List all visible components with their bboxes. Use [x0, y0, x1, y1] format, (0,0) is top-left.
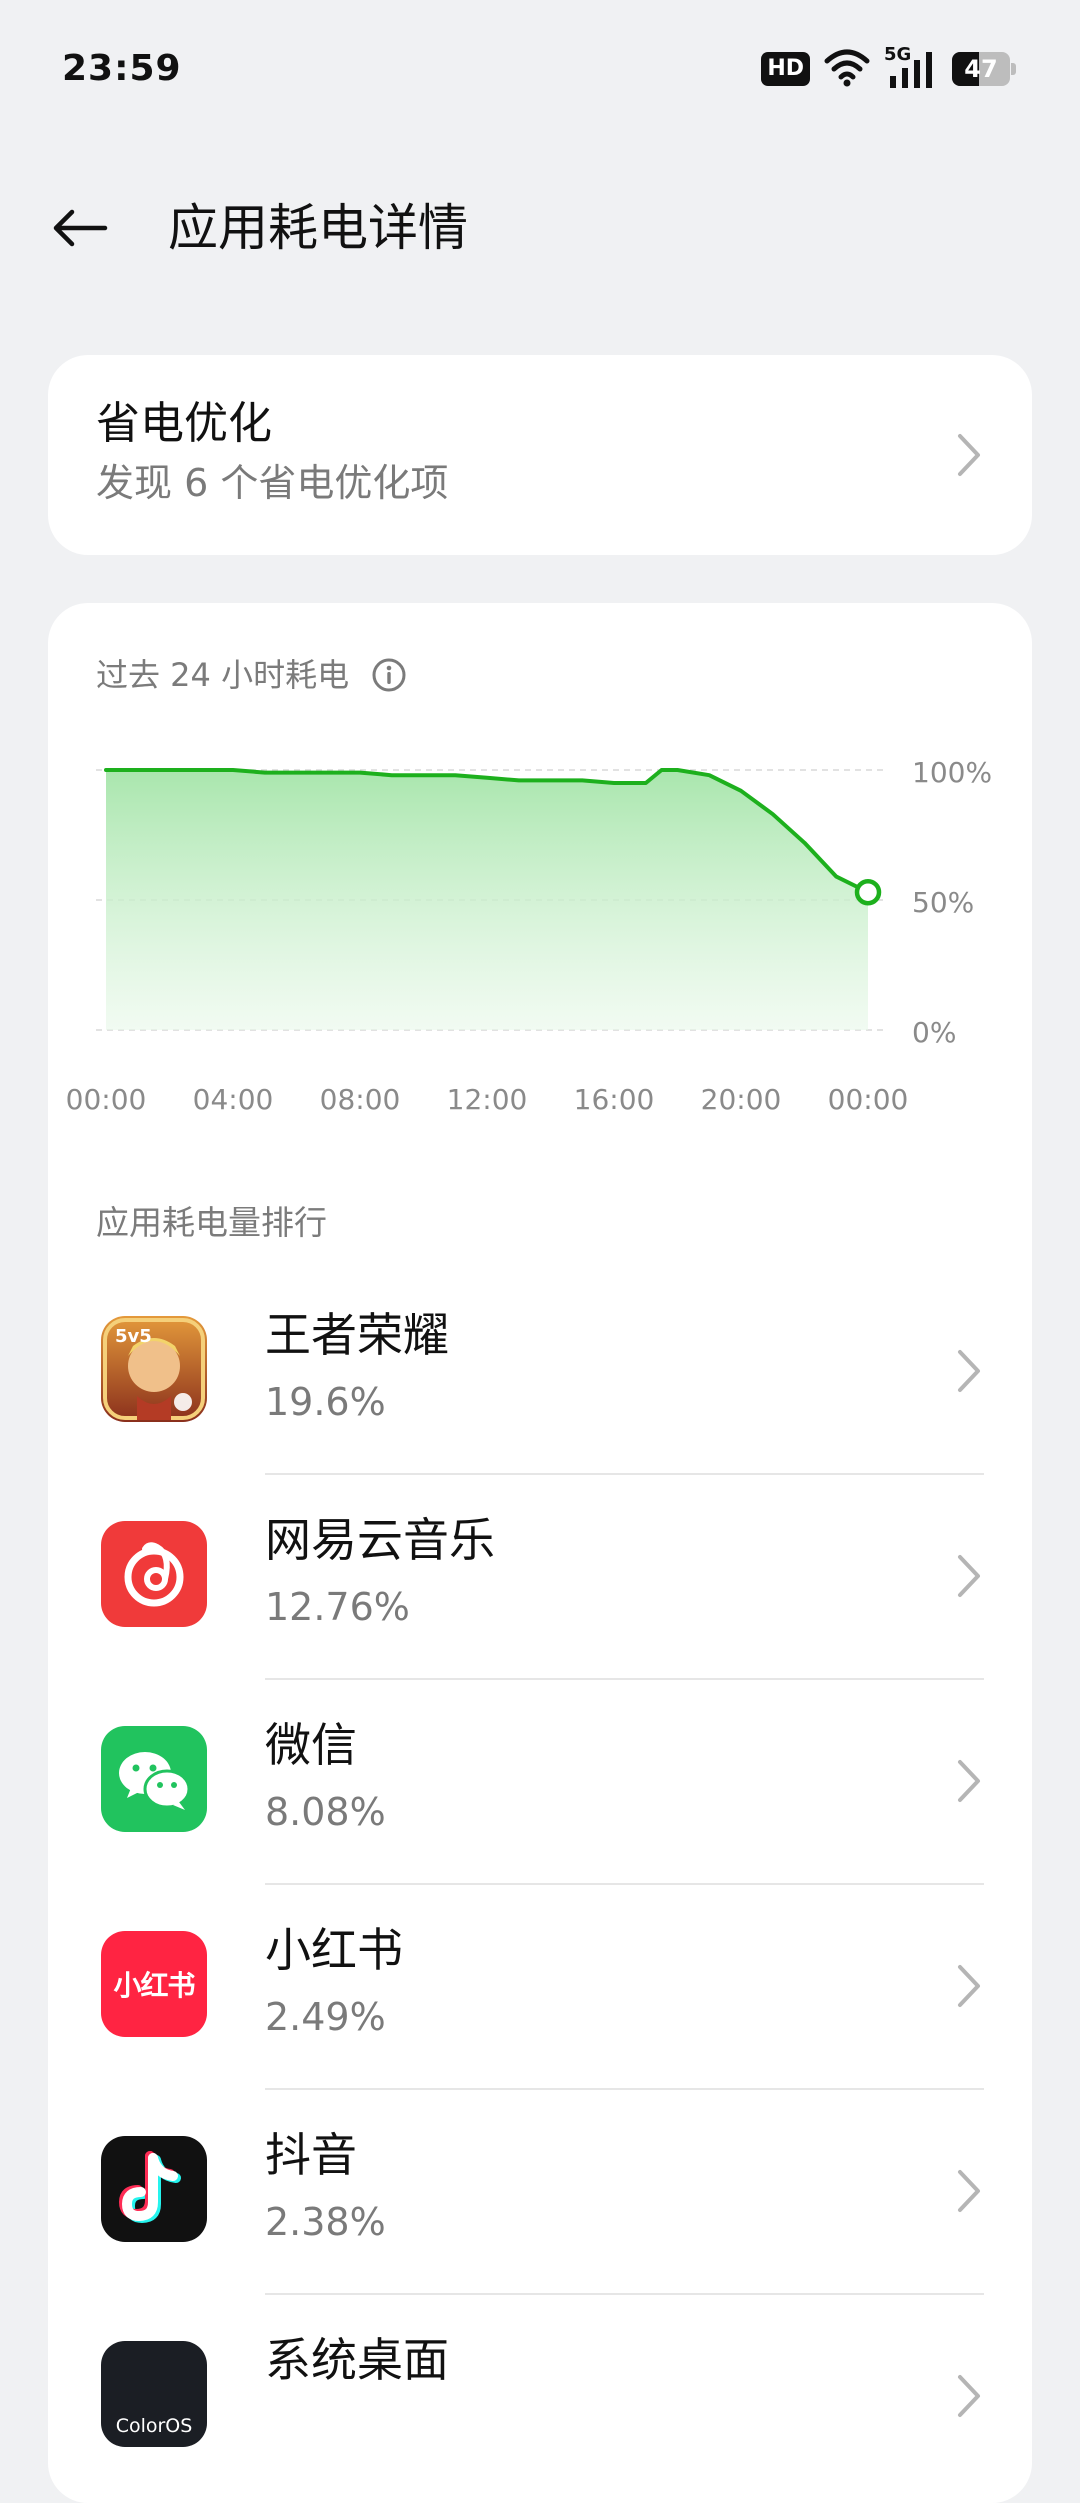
x-tick-label: 12:00 [447, 1083, 528, 1116]
x-tick-label: 16:00 [574, 1083, 655, 1116]
status-bar: 23:59 HD 5G 47 [0, 0, 1080, 140]
app-row[interactable]: ColorOS 系统桌面 [48, 2295, 1032, 2500]
series-area [106, 770, 868, 1030]
x-tick-label: 04:00 [193, 1083, 274, 1116]
icon-text: ColorOS [115, 2415, 193, 2437]
app-row[interactable]: 小红书 小红书 2.49% [48, 1885, 1032, 2090]
app-usage-percent: 2.49% [265, 1995, 386, 2039]
chevron-right-icon [958, 1965, 980, 2007]
app-row[interactable]: 5v5 王者荣耀 19.6% [48, 1270, 1032, 1475]
page-title: 应用耗电详情 [168, 199, 468, 257]
app-usage-percent: 12.76% [265, 1585, 410, 1629]
chevron-right-icon [958, 2170, 980, 2212]
battery-icon: 47 [952, 52, 1016, 86]
hd-icon: HD [761, 52, 810, 86]
ranking-title: 应用耗电量排行 [96, 1203, 327, 1242]
x-tick-label: 00:00 [828, 1083, 909, 1116]
y-tick-label: 50% [912, 886, 974, 919]
app-name: 网易云音乐 [265, 1513, 495, 1567]
battery-chart: 100% 50% 0% 00:00 04:00 08:00 12:00 16:00 20:00 0… [66, 756, 992, 1116]
5g-signal-icon: 5G [884, 44, 938, 90]
chevron-right-icon [958, 1350, 980, 1392]
app-usage-percent: 19.6% [265, 1380, 386, 1424]
y-tick-label: 0% [912, 1016, 956, 1049]
status-time: 23:59 [62, 48, 182, 89]
app-name: 系统桌面 [265, 2333, 449, 2387]
chart-section-title: 过去 24 小时耗电 [96, 653, 407, 697]
app-name: 小红书 [265, 1923, 403, 1977]
netease-music-icon [101, 1521, 207, 1627]
battery-level: 47 [964, 55, 998, 83]
app-name: 王者荣耀 [265, 1308, 449, 1362]
chevron-right-icon [958, 2375, 980, 2417]
honor-of-kings-icon: 5v5 [101, 1316, 207, 1422]
svg-text:5v5: 5v5 [115, 1326, 152, 1347]
douyin-icon [101, 2136, 207, 2242]
current-point-marker [854, 878, 882, 906]
power-saving-title: 省电优化 [96, 398, 272, 449]
app-usage-percent: 8.08% [265, 1790, 386, 1834]
battery-usage-card: 过去 24 小时耗电 100% 50% 0% 00:00 04:00 08:00 12:00… [48, 603, 1032, 2503]
x-tick-label: 20:00 [701, 1083, 782, 1116]
app-usage-percent: 2.38% [265, 2200, 386, 2244]
y-tick-label: 100% [912, 756, 992, 789]
wifi-icon [824, 47, 870, 91]
status-icons: HD 5G 47 [761, 44, 1016, 91]
power-saving-subtitle: 发现 6 个省电优化项 [96, 461, 449, 505]
app-row[interactable]: 抖音 2.38% [48, 2090, 1032, 2295]
app-row[interactable]: 网易云音乐 12.76% [48, 1475, 1032, 1680]
back-arrow-icon [53, 209, 108, 247]
wechat-icon [101, 1726, 207, 1832]
app-row[interactable]: 微信 8.08% [48, 1680, 1032, 1885]
app-name: 抖音 [265, 2128, 357, 2182]
icon-text: 小红书 [113, 1969, 195, 2002]
chevron-right-icon [958, 1555, 980, 1597]
power-saving-card[interactable]: 省电优化 发现 6 个省电优化项 [48, 355, 1032, 555]
chevron-right-icon [958, 1760, 980, 1802]
chevron-right-icon [958, 434, 980, 476]
app-name: 微信 [265, 1718, 357, 1772]
xiaohongshu-icon: 小红书 [101, 1931, 207, 2037]
chart-section-label: 过去 24 小时耗电 [96, 656, 350, 694]
back-button[interactable] [50, 196, 120, 260]
coloros-icon: ColorOS [101, 2341, 207, 2447]
x-tick-label: 00:00 [66, 1083, 147, 1116]
x-tick-label: 08:00 [320, 1083, 401, 1116]
info-icon[interactable] [371, 657, 407, 693]
